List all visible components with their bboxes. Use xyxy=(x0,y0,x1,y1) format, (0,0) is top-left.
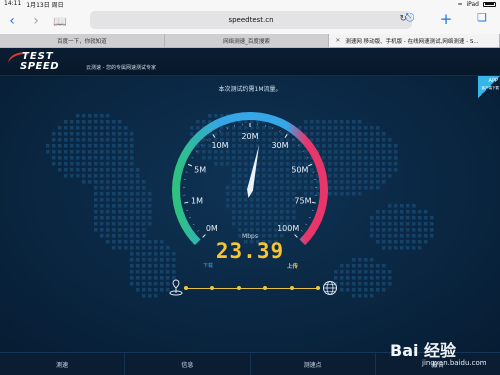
app-badge-sublabel: 客户端下载 xyxy=(481,86,500,90)
gauge-tick-label: 5M xyxy=(194,165,206,174)
progress-dot xyxy=(184,286,188,290)
share-icon[interactable]: ⎋ xyxy=(398,12,422,27)
close-icon[interactable]: ✕ xyxy=(335,37,340,44)
nav-info[interactable]: 信息 xyxy=(125,353,251,375)
progress-dot xyxy=(210,286,215,290)
gauge-tick-mark xyxy=(184,201,189,204)
gauge-tick-mark xyxy=(187,163,192,167)
gauge-tick-label: 100M xyxy=(277,224,299,233)
progress-dot xyxy=(236,286,241,290)
gauge-minor-tick xyxy=(186,209,189,211)
site-logo[interactable]: TEST SPEED xyxy=(6,49,68,73)
back-icon[interactable]: ‹ xyxy=(0,14,24,28)
test-progress-track xyxy=(168,279,338,299)
address-bar[interactable]: speedtest.cn ↻ xyxy=(90,11,412,29)
battery-icon xyxy=(483,1,496,7)
tab-bar: 百度一下，你就知道 网络测速_百度搜索 ✕ 测速网 移动版、手机版 - 在线网速… xyxy=(0,34,500,48)
baidu-jingyan-watermark: Bai 经验 jingyan.baidu.com xyxy=(390,335,494,373)
gauge-tick-mark xyxy=(284,134,288,138)
gauge-tick-label: 10M xyxy=(211,141,228,150)
watermark-brand: Bai 经验 xyxy=(390,341,457,360)
speed-value: 23.39 xyxy=(215,239,285,263)
gauge-tick-label: 20M xyxy=(241,132,258,141)
forward-icon[interactable]: › xyxy=(24,14,48,28)
gauge-minor-tick xyxy=(206,138,208,141)
gauge-tick-label: 1M xyxy=(191,197,203,206)
globe-icon xyxy=(323,281,337,295)
progress-dot xyxy=(315,286,320,290)
gauge-minor-tick xyxy=(279,130,281,133)
tab-baidu[interactable]: 百度一下，你就知道 xyxy=(0,34,165,47)
wifi-icon: ≈ xyxy=(457,0,463,8)
browser-toolbar: ‹ › 📖 speedtest.cn ↻ ⎋ + ❏ xyxy=(0,8,500,34)
server-node-icon xyxy=(169,279,183,296)
gauge-minor-tick xyxy=(302,150,305,152)
tab-search[interactable]: 网络测速_百度搜索 xyxy=(165,34,330,47)
status-device: iPad xyxy=(466,0,479,8)
gauge-minor-tick xyxy=(292,138,294,141)
upload-label: 上传 xyxy=(287,264,299,270)
gauge-minor-tick xyxy=(311,209,314,211)
progress-dot xyxy=(263,286,268,290)
gauge-minor-tick xyxy=(197,230,200,232)
gauge-minor-tick xyxy=(200,144,203,147)
traffic-notice: 本次测试约需1M流量。 xyxy=(218,86,282,93)
gauge-tick-mark xyxy=(311,201,316,204)
gauge-minor-tick xyxy=(312,171,315,173)
gauge-minor-tick xyxy=(192,223,195,226)
gauge-minor-tick xyxy=(306,157,309,159)
gauge-minor-tick xyxy=(191,157,194,159)
site-header: TEST SPEED 云测速 - 您的专属网速测试专家 xyxy=(0,48,500,76)
gauge-minor-tick xyxy=(300,230,303,232)
speedtest-stage: 本次测试约需1M流量。 APP 客户端下载 0M 1M 5M 10M 20M 30M 50M… xyxy=(0,76,500,352)
gauge-minor-tick xyxy=(219,130,221,133)
app-badge-label: APP xyxy=(488,78,498,84)
gauge-tick-label: 75M xyxy=(294,197,311,206)
gauge-tick-label: 0M xyxy=(206,224,218,233)
gauge-tick-mark xyxy=(308,163,313,167)
app-download-badge[interactable]: APP 客户端下载 xyxy=(478,76,500,98)
gauge-minor-tick xyxy=(185,171,188,173)
ios-status-bar: 14:11 1月13日 周日 ≈ iPad xyxy=(0,0,500,9)
watermark-url: jingyan.baidu.com xyxy=(422,359,487,367)
address-url: speedtest.cn xyxy=(228,16,274,24)
progress-dot xyxy=(289,286,294,290)
gauge-minor-tick xyxy=(195,150,198,152)
gauge-minor-tick xyxy=(189,216,192,219)
gauge-tick-mark xyxy=(212,134,216,138)
tab-speedtest[interactable]: ✕ 测速网 移动版、手机版 - 在线网速测试,网络测速 - S... xyxy=(329,34,500,47)
gauge-minor-tick xyxy=(305,223,308,226)
gauge-minor-tick xyxy=(226,127,228,130)
add-tab-icon[interactable]: + xyxy=(434,12,458,27)
gauge-minor-tick xyxy=(272,127,274,130)
progress-dots xyxy=(184,286,320,290)
gauge-needle xyxy=(247,144,260,198)
nav-speedtest[interactable]: 测速 xyxy=(0,353,126,375)
gauge-tick-label: 50M xyxy=(291,165,308,174)
site-slogan: 云测速 - 您的专属网速测试专家 xyxy=(86,65,156,71)
gauge-minor-tick xyxy=(297,144,300,147)
gauge-tick-label: 30M xyxy=(271,141,288,150)
download-label: 下载 xyxy=(203,263,214,269)
tabs-icon[interactable]: ❏ xyxy=(470,12,494,27)
book-icon[interactable]: 📖 xyxy=(48,16,72,27)
logo-line2: SPEED xyxy=(20,61,59,72)
gauge-minor-tick xyxy=(308,216,311,219)
nav-test-points[interactable]: 测速点 xyxy=(251,353,376,375)
